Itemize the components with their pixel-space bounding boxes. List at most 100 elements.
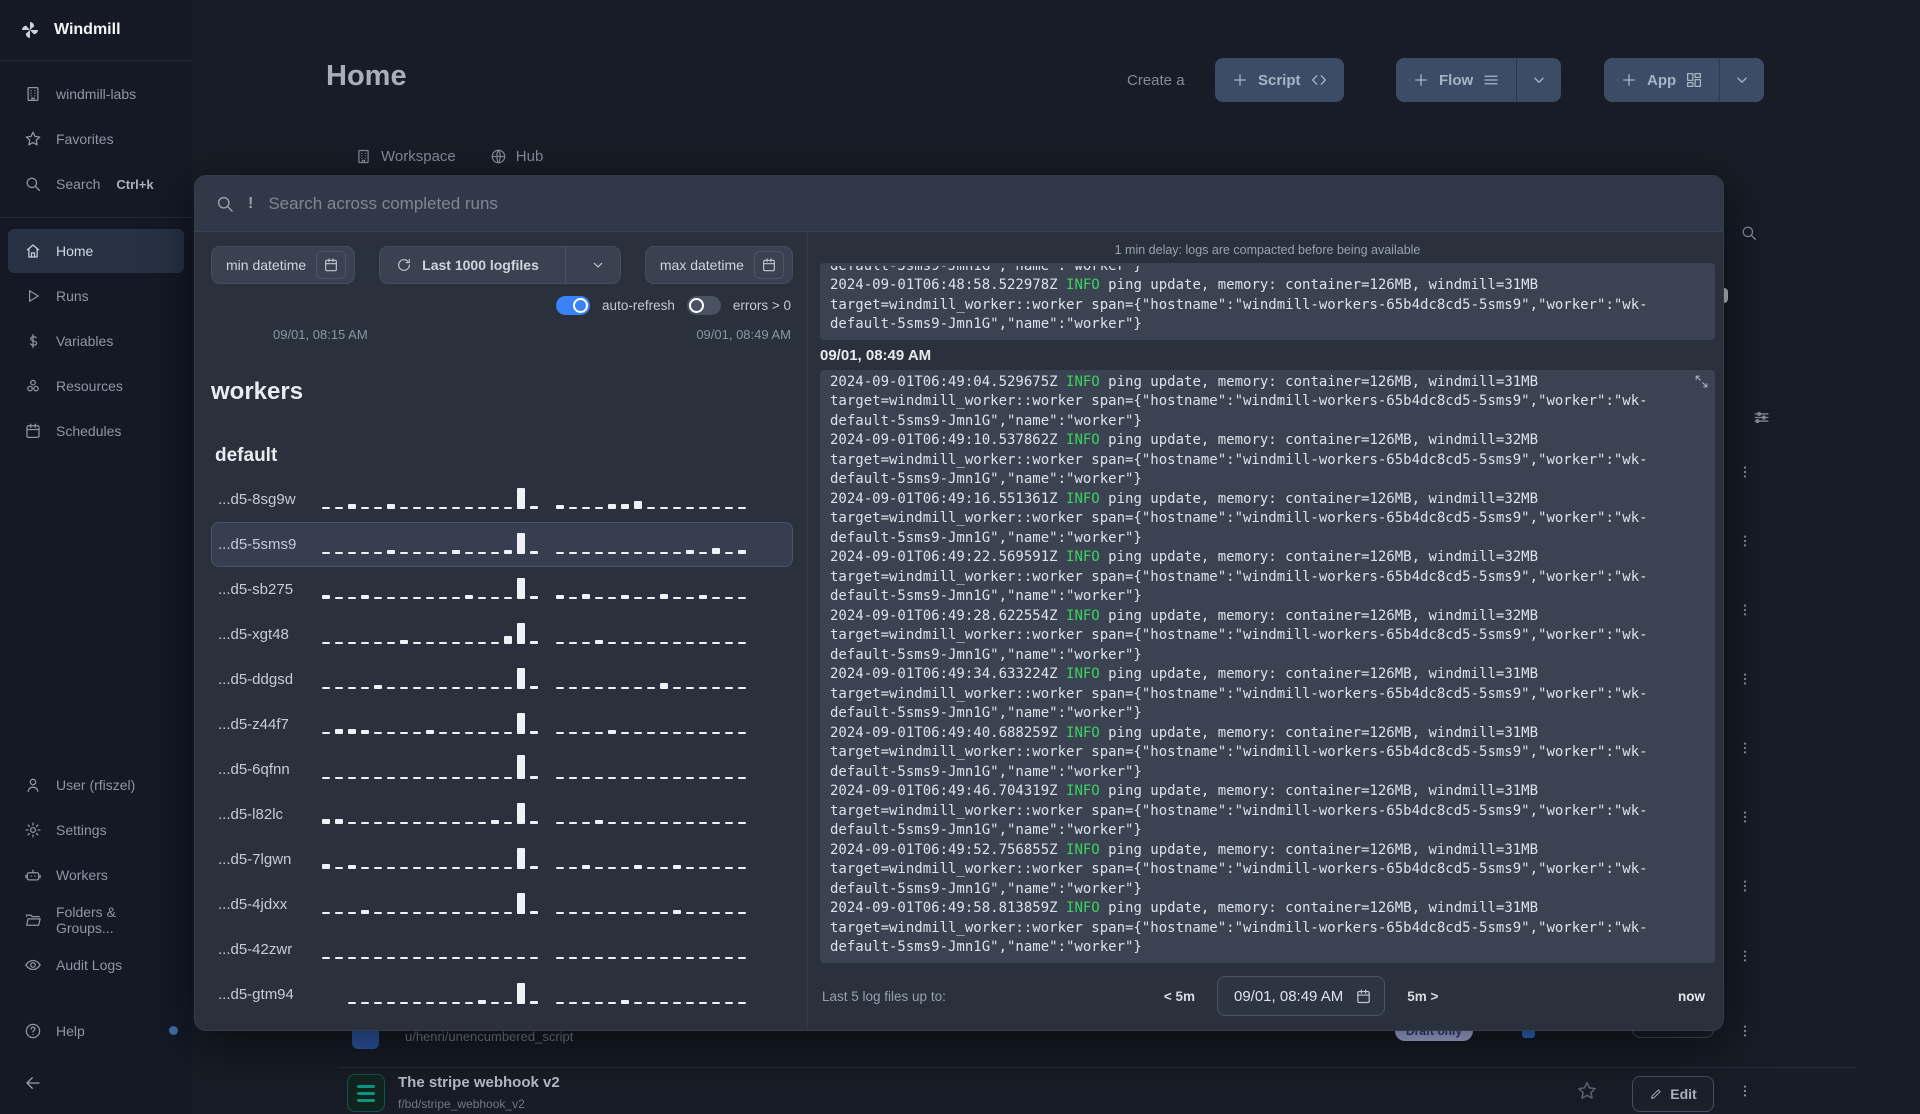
calendar-button[interactable]: [316, 251, 347, 279]
row-menu-button[interactable]: [1737, 532, 1753, 550]
row-menu-button[interactable]: [1737, 601, 1753, 619]
log-footer: Last 5 log files up to: < 5m 09/01, 08:4…: [820, 963, 1715, 1031]
gear-icon: [24, 821, 42, 839]
row-menu-button[interactable]: [1737, 877, 1753, 895]
worker-activity-sparkline: [322, 619, 784, 651]
worker-row[interactable]: ...d5-l82lc: [211, 792, 793, 837]
sidebar-item-audit-logs[interactable]: Audit Logs: [8, 943, 184, 987]
sidebar-top-list: windmill-labs Favorites Search Ctrl+k: [0, 61, 192, 217]
home-icon: [24, 242, 42, 260]
worker-activity-sparkline: [322, 754, 784, 786]
collapse-sidebar-button[interactable]: [0, 1064, 192, 1114]
min-datetime-picker[interactable]: min datetime: [211, 246, 356, 284]
sidebar-item-variables[interactable]: Variables: [8, 319, 184, 363]
help-icon: [24, 1022, 42, 1040]
sidebar-item-help[interactable]: Help: [8, 1009, 184, 1053]
datetime-filters: min datetime Last 1000 logfiles max date…: [211, 246, 793, 284]
row-menu-button[interactable]: [1737, 739, 1753, 757]
row-menu-button[interactable]: [1737, 808, 1753, 826]
worker-row[interactable]: ...d5-ddgsd: [211, 657, 793, 702]
create-flow-button[interactable]: Flow: [1396, 58, 1562, 102]
sidebar-item-label: windmill-labs: [56, 86, 137, 102]
sidebar-bottom-list: User (rfiszel) Settings Workers Folders & G…: [0, 752, 192, 998]
chevron-down-icon: [1733, 71, 1751, 89]
log-line: target=windmill_worker::worker span={"ho…: [830, 861, 1648, 877]
app-dropdown-button[interactable]: [1719, 58, 1764, 102]
worker-row[interactable]: ...d5-xgt48: [211, 612, 793, 657]
row-menu-button[interactable]: [1737, 947, 1753, 965]
worker-activity-sparkline: [322, 889, 784, 921]
circles-icon: [24, 377, 42, 395]
sidebar: Windmill windmill-labs Favorites Search Ctr…: [0, 0, 192, 1114]
search-input[interactable]: [266, 192, 1703, 215]
sidebar-item-folders-groups[interactable]: Folders & Groups...: [8, 898, 184, 942]
sidebar-item-favorites[interactable]: Favorites: [8, 117, 184, 161]
sidebar-item-windmill-labs[interactable]: windmill-labs: [8, 72, 184, 116]
log-line: default-5sms9-Jmn1G","name":"worker"}: [830, 822, 1142, 838]
worker-row[interactable]: ...d5-42zwr: [211, 927, 793, 972]
max-datetime-picker[interactable]: max datetime: [644, 246, 793, 284]
worker-row[interactable]: ...d5-7lgwn: [211, 837, 793, 882]
row-menu-button[interactable]: [1737, 1082, 1753, 1100]
calendar-button[interactable]: [753, 251, 784, 279]
log-line: target=windmill_worker::worker span={"ho…: [830, 451, 1648, 468]
sidebar-item-workers[interactable]: Workers: [8, 853, 184, 897]
log-line: default-5sms9-Jmn1G","name":"worker"}: [830, 763, 1142, 780]
search-icon: [24, 175, 42, 193]
edit-button[interactable]: Edit: [1632, 1076, 1714, 1112]
log-line: target=windmill_worker::worker span={"ho…: [830, 744, 1648, 760]
folder-icon: [24, 911, 42, 929]
create-script-button[interactable]: Script: [1215, 58, 1344, 102]
errors-only-toggle[interactable]: [686, 296, 721, 315]
log-line: target=windmill_worker::worker span={"ho…: [830, 627, 1648, 643]
log-line: target=windmill_worker::worker span={"ho…: [830, 510, 1648, 526]
log-delay-notice: 1 min delay: logs are compacted before b…: [1114, 243, 1421, 257]
sidebar-item-resources[interactable]: Resources: [8, 364, 184, 408]
sidebar-item-runs[interactable]: Runs: [8, 274, 184, 318]
search-icon[interactable]: [1740, 224, 1758, 242]
worker-row[interactable]: ...d5-z44f7: [211, 702, 793, 747]
sidebar-item-home[interactable]: Home: [8, 229, 184, 273]
calendar-icon: [761, 257, 777, 273]
layout-grid-icon: [1685, 71, 1703, 89]
sidebar-item-schedules[interactable]: Schedules: [8, 409, 184, 453]
workers-heading: workers: [211, 378, 304, 405]
worker-row[interactable]: ...d5-sb275: [211, 567, 793, 612]
sidebar-item-label: Schedules: [56, 423, 122, 439]
sidebar-item-label: User (rfiszel): [56, 777, 136, 793]
app-logo[interactable]: Windmill: [0, 0, 192, 60]
worker-name: ...d5-ddgsd: [218, 671, 294, 688]
search-icon: [215, 194, 235, 214]
log-line: target=windmill_worker::worker span={"ho…: [830, 802, 1648, 819]
row-menu-button[interactable]: [1737, 463, 1753, 481]
sidebar-item-label: Home: [56, 243, 94, 259]
globe-icon: [490, 148, 507, 165]
worker-row[interactable]: ...d5-6qfnn: [211, 747, 793, 792]
log-datetime-picker[interactable]: 09/01, 08:49 AM: [1216, 976, 1386, 1017]
worker-row[interactable]: ...d5-5sms9: [211, 522, 793, 567]
sidebar-item-user-rfiszel[interactable]: User (rfiszel): [8, 763, 184, 807]
range-end-label: 09/01, 08:49 AM: [696, 327, 791, 342]
logfiles-dropdown[interactable]: Last 1000 logfiles: [379, 246, 621, 284]
create-app-button[interactable]: App: [1604, 58, 1765, 102]
sidebar-item-settings[interactable]: Settings: [8, 808, 184, 852]
favorite-star-icon[interactable]: [1576, 1080, 1598, 1102]
logfiles-expand-button[interactable]: [576, 257, 620, 273]
min-datetime-label: min datetime: [226, 257, 307, 273]
now-button[interactable]: now: [1678, 989, 1705, 1004]
back-5m-button[interactable]: < 5m: [1164, 989, 1195, 1004]
row-menu-button[interactable]: [1737, 670, 1753, 688]
forward-5m-button[interactable]: 5m >: [1407, 989, 1438, 1004]
filter-sliders-icon[interactable]: [1752, 408, 1771, 427]
tab-workspace[interactable]: Workspace: [355, 148, 456, 165]
worker-row[interactable]: ...d5-gtm94: [211, 972, 793, 1017]
row-menu-button[interactable]: [1737, 1022, 1753, 1040]
flow-dropdown-button[interactable]: [1516, 58, 1561, 102]
worker-row[interactable]: ...d5-4jdxx: [211, 882, 793, 927]
tab-hub[interactable]: Hub: [490, 148, 543, 165]
item-title[interactable]: The stripe webhook v2: [398, 1074, 560, 1091]
expand-log-icon[interactable]: [1694, 374, 1709, 389]
auto-refresh-toggle[interactable]: [556, 296, 591, 315]
worker-row[interactable]: ...d5-8sg9w: [211, 477, 793, 522]
sidebar-item-search[interactable]: Search Ctrl+k: [8, 162, 184, 206]
